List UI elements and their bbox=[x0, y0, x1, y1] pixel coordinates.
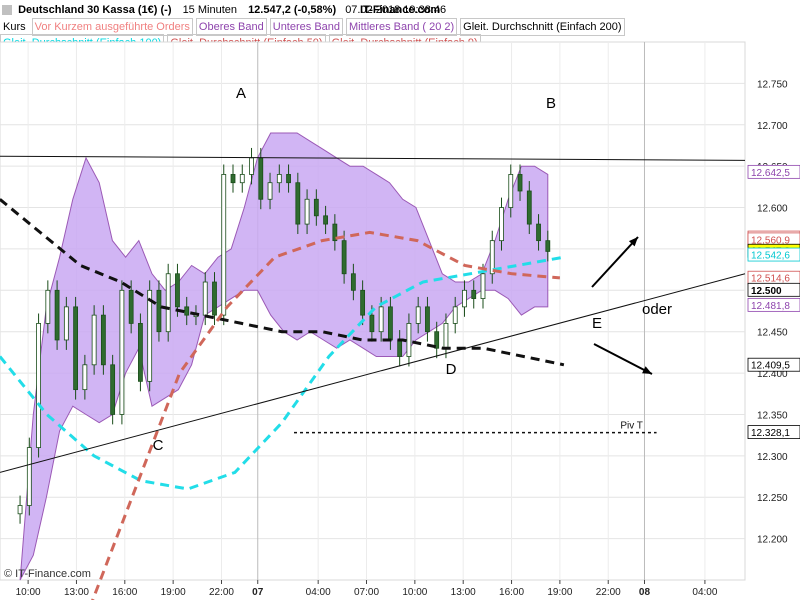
candle-body bbox=[175, 273, 180, 308]
price-label: 12.542,6 bbox=[751, 251, 790, 262]
candle-body bbox=[397, 339, 403, 357]
x-tick-label: 13:00 bbox=[64, 587, 89, 598]
candle-body bbox=[480, 273, 486, 299]
candle-body bbox=[286, 174, 291, 184]
price-label: 12.500 bbox=[751, 286, 782, 297]
candle-body bbox=[73, 306, 79, 391]
price-label: 12.328,1 bbox=[751, 428, 790, 439]
x-tick-label: 22:00 bbox=[596, 587, 621, 598]
annotation-label-c: C bbox=[153, 437, 164, 454]
candle-body bbox=[536, 223, 541, 242]
candle-body bbox=[156, 289, 162, 333]
candle-body bbox=[369, 314, 375, 333]
candle-body bbox=[313, 198, 319, 217]
x-tick-label: 13:00 bbox=[451, 587, 476, 598]
annotation-label-a: A bbox=[236, 85, 246, 102]
y-tick-label: 12.350 bbox=[757, 410, 788, 421]
candle-body bbox=[415, 306, 421, 324]
annotation-label-e: E bbox=[592, 315, 602, 332]
x-tick-label: 10:00 bbox=[16, 587, 41, 598]
price-label: 12.409,5 bbox=[751, 361, 790, 372]
candle-body bbox=[341, 240, 347, 275]
candle-body bbox=[443, 323, 449, 349]
candle-body bbox=[63, 306, 69, 341]
candle-body bbox=[360, 289, 366, 316]
chart-window: Deutschland 30 Kassa (1€) (-) 15 Minuten… bbox=[0, 0, 800, 600]
candle-body bbox=[239, 174, 245, 184]
candle-body bbox=[138, 323, 143, 382]
x-tick-label: 07 bbox=[252, 587, 264, 598]
candle-body bbox=[184, 306, 190, 316]
candle-body bbox=[425, 306, 430, 333]
price-chart[interactable]: Piv T 12.75012.70012.65012.60012.55012.5… bbox=[0, 0, 800, 600]
candle-body bbox=[517, 174, 523, 192]
candle-body bbox=[54, 289, 60, 341]
x-tick-label: 08 bbox=[639, 587, 651, 598]
y-tick-label: 12.450 bbox=[757, 328, 788, 339]
price-label: 12.642,5 bbox=[751, 168, 790, 179]
candle-body bbox=[378, 306, 384, 333]
x-tick-label: 19:00 bbox=[547, 587, 572, 598]
x-tick-label: 10:00 bbox=[402, 587, 427, 598]
candle-body bbox=[26, 447, 32, 506]
x-tick-label: 19:00 bbox=[161, 587, 186, 598]
candle-body bbox=[165, 273, 171, 333]
y-tick-label: 12.600 bbox=[757, 204, 788, 215]
candle-body bbox=[388, 306, 393, 341]
x-tick-label: 07:00 bbox=[354, 587, 379, 598]
annotation-label-b: B bbox=[546, 95, 556, 112]
annotation-label-oder: oder bbox=[642, 301, 672, 318]
annotation-label-d: D bbox=[446, 361, 457, 378]
candle-body bbox=[147, 289, 153, 382]
candle-body bbox=[526, 190, 532, 225]
candle-body bbox=[304, 198, 310, 225]
candle-body bbox=[258, 157, 264, 200]
candle-body bbox=[276, 174, 282, 184]
candle-body bbox=[452, 306, 458, 324]
y-tick-label: 12.300 bbox=[757, 452, 788, 463]
candle-body bbox=[100, 314, 106, 366]
candle-body bbox=[221, 174, 227, 316]
copyright-label: © IT-Finance.com bbox=[4, 568, 91, 580]
candle-body bbox=[462, 289, 467, 308]
candle-body bbox=[295, 182, 301, 225]
candle-body bbox=[82, 364, 88, 391]
candle-body bbox=[202, 281, 208, 316]
candle-body bbox=[45, 289, 51, 324]
x-tick-label: 04:00 bbox=[692, 587, 717, 598]
pivot-label: Piv T bbox=[620, 421, 643, 432]
candle-body bbox=[230, 174, 236, 184]
candle-body bbox=[508, 174, 514, 208]
price-label: 12.481,8 bbox=[751, 301, 790, 312]
y-tick-label: 12.250 bbox=[757, 493, 788, 504]
y-tick-label: 12.700 bbox=[757, 121, 788, 132]
y-tick-label: 12.200 bbox=[757, 535, 788, 546]
candle-body bbox=[36, 323, 41, 448]
candle-body bbox=[406, 323, 412, 357]
candle-body bbox=[17, 505, 23, 515]
candle-body bbox=[323, 215, 328, 225]
candle-body bbox=[267, 182, 273, 200]
x-tick-label: 22:00 bbox=[209, 587, 234, 598]
y-tick-label: 12.750 bbox=[757, 79, 788, 90]
candle-body bbox=[545, 240, 551, 252]
candle-body bbox=[249, 157, 254, 175]
candle-body bbox=[212, 281, 217, 316]
x-tick-label: 04:00 bbox=[306, 587, 331, 598]
candle-body bbox=[110, 364, 116, 415]
x-tick-label: 16:00 bbox=[499, 587, 524, 598]
candle-body bbox=[350, 273, 356, 291]
candle-body bbox=[499, 207, 504, 242]
candle-body bbox=[128, 289, 134, 324]
x-tick-label: 16:00 bbox=[112, 587, 137, 598]
candle-body bbox=[471, 289, 477, 299]
candle-body bbox=[119, 289, 125, 415]
candle-body bbox=[91, 314, 97, 366]
